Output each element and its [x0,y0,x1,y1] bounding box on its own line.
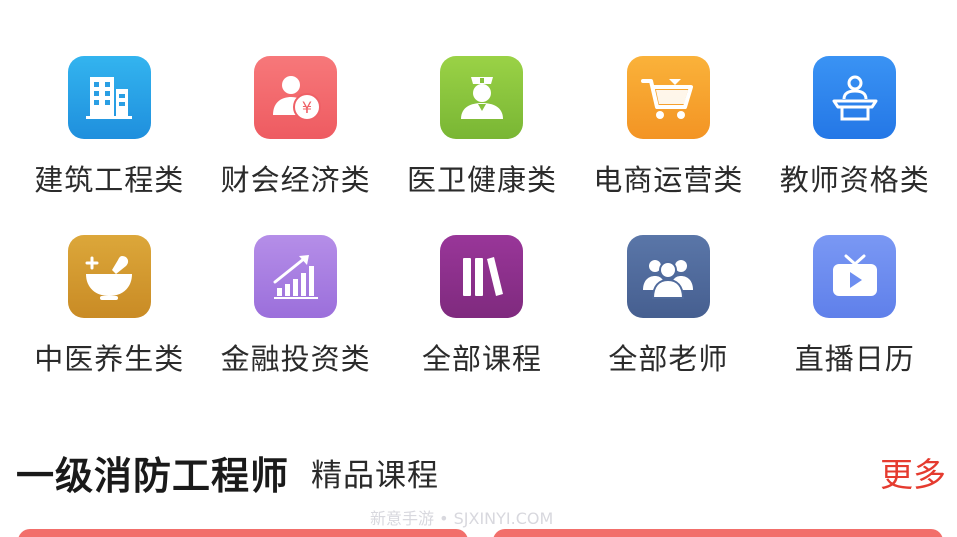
category-label: 中医养生类 [34,342,185,376]
growth-chart-icon [254,235,338,318]
mortar-icon [67,235,151,318]
accountant-icon: ¥ [254,56,338,139]
category-all-courses[interactable]: 全部课程 [389,235,575,378]
page: 建筑工程类 ¥ 财会经济类 医卫健康类 电商运营类 教师资格类 中医养生类 金融… [0,0,957,537]
course-card[interactable] [493,529,943,537]
category-grid: 建筑工程类 ¥ 财会经济类 医卫健康类 电商运营类 教师资格类 中医养生类 金融… [16,56,948,378]
category-all-teachers[interactable]: 全部老师 [575,235,761,378]
category-tcm[interactable]: 中医养生类 [16,235,202,378]
teacher-podium-icon [813,56,897,139]
svg-text:¥: ¥ [302,98,312,117]
category-live-calendar[interactable]: 直播日历 [762,235,948,378]
category-label: 全部老师 [608,342,729,376]
watermark: 新意手游 • SJXINYI.COM [370,509,554,528]
category-finance[interactable]: 金融投资类 [202,235,388,378]
category-label: 教师资格类 [779,163,930,197]
more-link[interactable]: 更多 [880,448,946,496]
section-subtitle: 精品课程 [311,457,440,494]
category-medical[interactable]: 医卫健康类 [389,56,575,199]
books-icon [440,235,524,318]
building-icon [67,56,151,139]
people-group-icon [626,235,710,318]
nurse-icon [440,56,524,139]
category-label: 金融投资类 [220,342,371,376]
category-label: 医卫健康类 [406,163,557,197]
section-title: 一级消防工程师 [16,453,290,498]
tv-play-icon [813,235,897,318]
category-label: 建筑工程类 [34,163,185,197]
category-teacher[interactable]: 教师资格类 [762,56,948,199]
section-header: 一级消防工程师 精品课程 更多 [16,444,946,500]
shopping-cart-icon [626,56,710,139]
category-label: 全部课程 [421,342,542,376]
course-card[interactable] [18,529,468,537]
category-architecture[interactable]: 建筑工程类 [16,56,202,199]
category-label: 直播日历 [794,342,915,376]
category-label: 电商运营类 [593,163,744,197]
category-accounting[interactable]: ¥ 财会经济类 [202,56,388,199]
category-label: 财会经济类 [220,163,371,197]
category-ecommerce[interactable]: 电商运营类 [575,56,761,199]
